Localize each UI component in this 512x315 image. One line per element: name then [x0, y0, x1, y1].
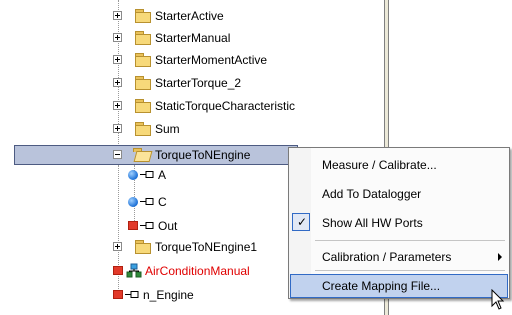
collapse-minus-icon[interactable]: [113, 150, 122, 159]
menu-item-label: Measure / Calibrate...: [322, 158, 437, 172]
port-connector-icon: [125, 291, 139, 298]
menu-item-calibration-parameters[interactable]: Calibration / Parameters: [290, 245, 508, 269]
folder-icon: [135, 122, 151, 136]
mouse-pointer-icon: [491, 289, 505, 310]
open-folder-icon: [133, 148, 153, 162]
tree-item-label: StarterManual: [155, 31, 231, 45]
menu-item-label: Calibration / Parameters: [322, 250, 452, 264]
tree-item-label: StarterTorque_2: [155, 76, 242, 90]
expand-plus-icon[interactable]: [113, 124, 122, 133]
checkmark-icon: ✓: [297, 215, 308, 229]
tree-item-starter-moment-active[interactable]: StarterMomentActive: [0, 50, 384, 70]
tree-item-label: Sum: [155, 122, 180, 136]
expand-plus-icon[interactable]: [113, 242, 122, 251]
expand-plus-icon[interactable]: [113, 101, 122, 110]
port-connector-icon: [140, 171, 154, 178]
tree-item-label: n_Engine: [143, 288, 194, 302]
port-connector-icon: [140, 222, 154, 229]
expand-plus-icon[interactable]: [113, 33, 122, 42]
menu-item-add-to-datalogger[interactable]: Add To Datalogger: [290, 182, 508, 206]
expand-plus-icon[interactable]: [113, 55, 122, 64]
menu-item-label: Show All HW Ports: [322, 216, 423, 230]
tree-item-label: A: [158, 168, 167, 182]
tree-item-label: AirConditionManual: [145, 264, 250, 278]
tree-item-label: StarterActive: [155, 9, 224, 23]
tree-item-label: TorqueToNEngine: [155, 148, 251, 162]
tree-item-label: StarterMomentActive: [155, 53, 268, 67]
context-menu: Measure / Calibrate... Add To Datalogger…: [288, 147, 510, 299]
folder-icon: [135, 99, 151, 113]
tree-item-sum[interactable]: Sum: [0, 119, 384, 139]
menu-item-measure-calibrate[interactable]: Measure / Calibrate...: [290, 153, 508, 177]
blue-input-dot-icon: [128, 170, 138, 180]
folder-icon: [135, 240, 151, 254]
menu-item-create-mapping-file[interactable]: Create Mapping File...: [290, 274, 508, 298]
tree-item-starter-torque-2[interactable]: StarterTorque_2: [0, 73, 384, 93]
menu-item-label: Create Mapping File...: [322, 279, 441, 293]
port-connector-icon: [140, 198, 154, 205]
tree-item-starter-manual[interactable]: StarterManual: [0, 28, 384, 48]
check-box: ✓: [292, 213, 310, 231]
menu-separator: [315, 270, 505, 271]
folder-icon: [135, 53, 151, 67]
tree-item-static-torque-characteristic[interactable]: StaticTorqueCharacteristic: [0, 96, 384, 116]
tree-item-label: StaticTorqueCharacteristic: [155, 99, 296, 113]
menu-item-label: Add To Datalogger: [322, 187, 422, 201]
blue-input-dot-icon: [128, 197, 138, 207]
expand-plus-icon[interactable]: [113, 11, 122, 20]
red-output-square-icon: [113, 290, 123, 299]
menu-item-show-all-hw-ports[interactable]: ✓ Show All HW Ports: [290, 211, 508, 235]
tree-item-starter-active[interactable]: StarterActive: [0, 6, 384, 26]
folder-icon: [135, 9, 151, 23]
network-module-icon: [126, 263, 142, 278]
tree-item-label: C: [158, 195, 167, 209]
expand-plus-icon[interactable]: [113, 78, 122, 87]
red-output-square-icon: [128, 221, 138, 230]
folder-icon: [135, 31, 151, 45]
submenu-arrow-icon: [498, 253, 502, 261]
red-output-square-icon: [113, 266, 123, 275]
menu-separator: [315, 240, 505, 241]
folder-icon: [135, 76, 151, 90]
tree-item-label: Out: [158, 219, 178, 233]
tree-item-label: TorqueToNEngine1: [155, 240, 258, 254]
